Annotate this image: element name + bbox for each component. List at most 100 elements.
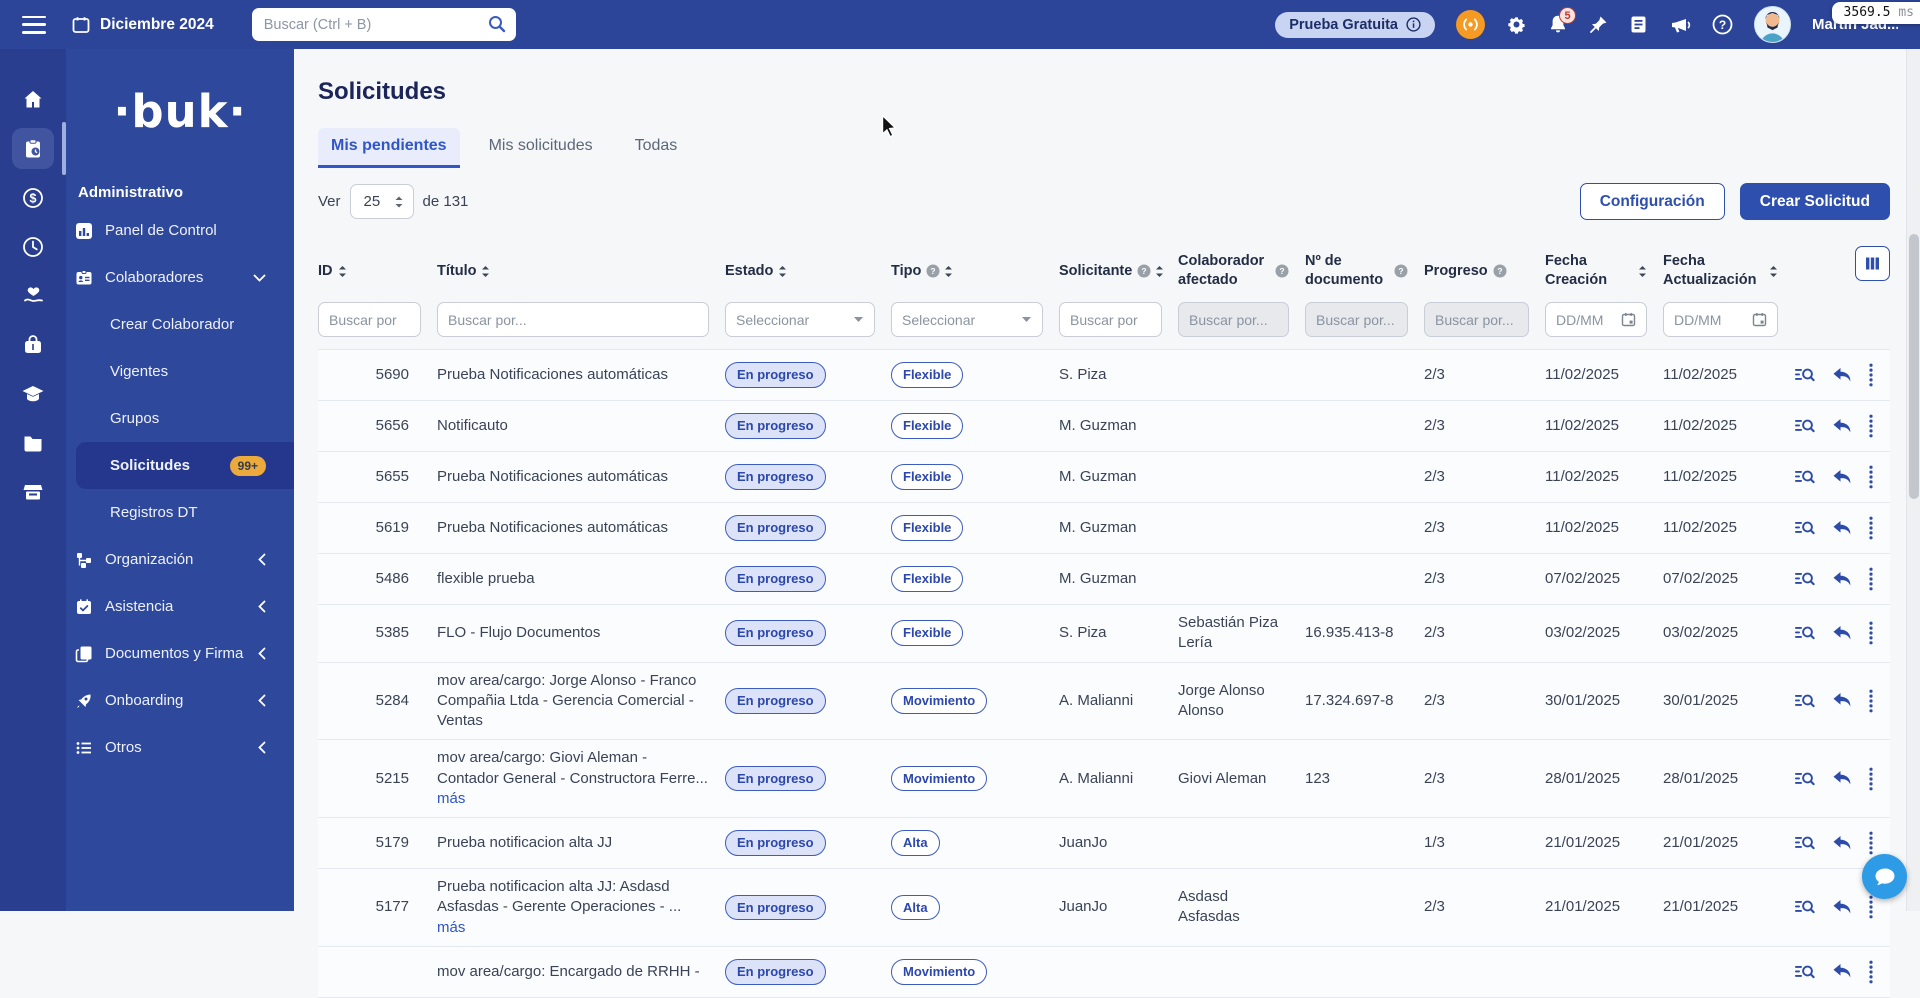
search-input[interactable] [251, 8, 516, 41]
filter-id-input[interactable] [318, 302, 421, 337]
view-detail-icon[interactable] [1794, 963, 1815, 981]
more-options-icon[interactable] [1869, 567, 1873, 591]
chat-bubble-button[interactable] [1862, 854, 1907, 899]
more-options-icon[interactable] [1869, 465, 1873, 489]
table-row[interactable]: 5215 mov area/cargo: Giovi Aleman - Cont… [318, 740, 1890, 818]
sidebar-item-asistencia[interactable]: Asistencia [66, 583, 294, 630]
more-options-icon[interactable] [1869, 767, 1873, 791]
sidebar-subitem-crear-colaborador[interactable]: Crear Colaborador [66, 301, 294, 348]
period-selector[interactable]: Diciembre 2024 [72, 16, 214, 34]
sidebar-item-otros[interactable]: Otros [66, 724, 294, 771]
sidebar-subitem-grupos[interactable]: Grupos [66, 395, 294, 442]
revert-icon[interactable] [1832, 520, 1852, 537]
sidebar-item-onboarding[interactable]: Onboarding [66, 677, 294, 724]
rail-education-icon[interactable] [12, 373, 54, 414]
pin-icon[interactable] [1589, 15, 1608, 34]
sidebar-item-colaboradores[interactable]: Colaboradores [66, 254, 294, 301]
more-options-icon[interactable] [1869, 363, 1873, 387]
column-header-fecha-creacion[interactable]: Fecha Creación [1545, 252, 1663, 290]
more-options-icon[interactable] [1869, 895, 1873, 919]
crear-solicitud-button[interactable]: Crear Solicitud [1739, 183, 1890, 220]
table-row[interactable]: 5385 FLO - Flujo Documentos En progreso … [318, 605, 1890, 663]
more-options-icon[interactable] [1869, 621, 1873, 645]
revert-icon[interactable] [1832, 418, 1852, 435]
sidebar-item-documentos-y-firma[interactable]: Documentos y Firma [66, 630, 294, 677]
column-header-estado[interactable]: Estado [725, 262, 891, 281]
help-circle-icon[interactable]: ? [1394, 264, 1408, 278]
filter-tipo-select[interactable]: Seleccionar [891, 302, 1043, 337]
trial-badge[interactable]: Prueba Gratuita [1275, 11, 1435, 38]
table-row[interactable]: 5656 Notificauto En progreso Flexible M.… [318, 401, 1890, 452]
view-detail-icon[interactable] [1794, 570, 1815, 588]
revert-icon[interactable] [1832, 367, 1852, 384]
rail-requests-icon[interactable] [12, 122, 66, 175]
view-detail-icon[interactable] [1794, 834, 1815, 852]
help-circle-icon[interactable]: ? [1275, 264, 1289, 278]
column-header-progreso[interactable]: Progreso ? [1424, 262, 1545, 281]
rail-home-icon[interactable] [12, 79, 54, 120]
more-options-icon[interactable] [1869, 689, 1873, 713]
view-detail-icon[interactable] [1794, 519, 1815, 537]
help-circle-icon[interactable]: ? [1137, 264, 1151, 278]
megaphone-icon[interactable] [1669, 15, 1691, 35]
column-header-id[interactable]: ID [318, 262, 437, 281]
sidebar-subitem-solicitudes[interactable]: Solicitudes 99+ [76, 442, 294, 489]
scrollbar-thumb[interactable] [1909, 234, 1919, 499]
view-detail-icon[interactable] [1794, 417, 1815, 435]
view-detail-icon[interactable] [1794, 366, 1815, 384]
notifications-bell-icon[interactable]: 5 [1548, 7, 1576, 35]
view-detail-icon[interactable] [1794, 770, 1815, 788]
sidebar-item-panel-de-control[interactable]: Panel de Control [66, 207, 294, 254]
revert-icon[interactable] [1832, 469, 1852, 486]
column-settings-button[interactable] [1855, 246, 1890, 281]
revert-icon[interactable] [1832, 835, 1852, 852]
filter-fecha-actualizacion-date[interactable]: DD/MM [1663, 302, 1778, 337]
view-detail-icon[interactable] [1794, 468, 1815, 486]
coach-icon[interactable] [1456, 10, 1485, 39]
table-row[interactable]: 5179 Prueba notificacion alta JJ En prog… [318, 818, 1890, 869]
table-row[interactable]: 5619 Prueba Notificaciones automáticas E… [318, 503, 1890, 554]
settings-gear-icon[interactable] [1506, 14, 1527, 35]
sort-icon[interactable] [778, 265, 787, 278]
filter-titulo-input[interactable] [437, 302, 709, 337]
user-avatar[interactable] [1754, 6, 1791, 43]
tab-mis-solicitudes[interactable]: Mis solicitudes [476, 128, 606, 168]
search-icon[interactable] [487, 14, 507, 34]
sort-icon[interactable] [1769, 265, 1778, 278]
changelog-icon[interactable] [1629, 15, 1648, 34]
revert-icon[interactable] [1832, 571, 1852, 588]
rail-marketplace-icon[interactable] [12, 471, 54, 512]
rail-benefits-icon[interactable] [12, 275, 54, 316]
table-row[interactable]: 5177 Prueba notificacion alta JJ: Asdasd… [318, 869, 1890, 947]
filter-fecha-creacion-date[interactable]: DD/MM [1545, 302, 1647, 337]
view-detail-icon[interactable] [1794, 898, 1815, 916]
more-options-icon[interactable] [1869, 516, 1873, 540]
help-icon[interactable]: ? [1712, 14, 1733, 35]
more-options-icon[interactable] [1869, 831, 1873, 855]
table-row[interactable]: 5486 flexible prueba En progreso Flexibl… [318, 554, 1890, 605]
sidebar-item-organizacion[interactable]: Organización [66, 536, 294, 583]
table-row[interactable]: mov area/cargo: Encargado de RRHH - En p… [318, 946, 1890, 998]
filter-estado-select[interactable]: Seleccionar [725, 302, 875, 337]
column-header-colaborador-afectado[interactable]: Colaborador afectado ? [1178, 252, 1305, 290]
revert-icon[interactable] [1832, 963, 1852, 980]
table-row[interactable]: 5655 Prueba Notificaciones automáticas E… [318, 452, 1890, 503]
help-circle-icon[interactable]: ? [926, 264, 940, 278]
table-row[interactable]: 5690 Prueba Notificaciones automáticas E… [318, 350, 1890, 401]
vertical-scrollbar[interactable] [1906, 49, 1920, 911]
sort-icon[interactable] [944, 265, 953, 278]
filter-solicitante-input[interactable] [1059, 302, 1162, 337]
revert-icon[interactable] [1832, 625, 1852, 642]
configuracion-button[interactable]: Configuración [1579, 183, 1725, 220]
sort-icon[interactable] [1155, 265, 1164, 278]
rail-files-icon[interactable] [12, 422, 54, 463]
more-link[interactable]: más [437, 919, 465, 936]
column-header-tipo[interactable]: Tipo ? [891, 262, 1059, 281]
sidebar-subitem-vigentes[interactable]: Vigentes [66, 348, 294, 395]
revert-icon[interactable] [1832, 692, 1852, 709]
page-size-select[interactable]: 25 [349, 184, 414, 219]
rail-payroll-icon[interactable]: $ [12, 177, 54, 218]
tab-todas[interactable]: Todas [622, 128, 691, 168]
rail-time-icon[interactable] [12, 226, 54, 267]
sidebar-subitem-registros-dt[interactable]: Registros DT [66, 489, 294, 536]
